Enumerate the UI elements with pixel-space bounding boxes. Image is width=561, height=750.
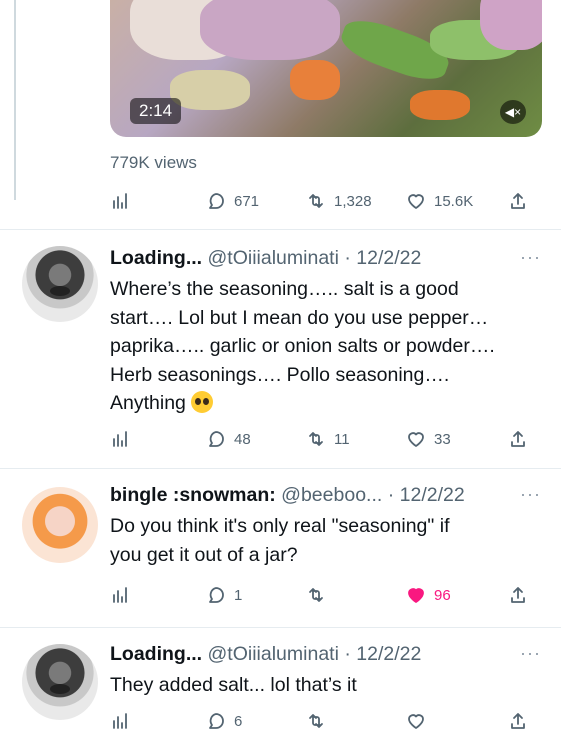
tweet-header: bingle :snowman: @beeboo... · 12/2/22 <box>110 484 465 507</box>
text-line: Where’s the seasoning….. salt is a good <box>110 278 459 300</box>
tweet-actions: 6 <box>110 709 530 733</box>
share-button[interactable] <box>508 583 528 607</box>
video-player[interactable]: 2:14 ◀× <box>110 0 542 137</box>
share-icon <box>511 713 525 729</box>
retweet-icon <box>309 432 323 446</box>
text-line: start…. Lol but I mean do you use pepper… <box>110 306 489 329</box>
tweet-text: Where’s the seasoning….. salt is a good … <box>110 275 550 418</box>
display-name[interactable]: Loading... <box>110 247 202 269</box>
reply-count: 48 <box>234 430 251 448</box>
tweet-date[interactable]: 12/2/22 <box>356 247 421 269</box>
share-icon <box>511 431 525 447</box>
retweet-button[interactable] <box>306 709 326 733</box>
display-name[interactable]: Loading... <box>110 643 202 665</box>
heart-icon <box>408 194 424 209</box>
like-button[interactable]: 96 <box>406 583 451 607</box>
reply-icon <box>209 193 224 209</box>
retweet-icon <box>309 588 323 602</box>
share-button[interactable] <box>508 709 528 733</box>
heart-icon <box>408 432 424 447</box>
reply-icon <box>209 713 224 729</box>
avatar[interactable] <box>22 487 98 563</box>
reply-button[interactable]: 48 <box>206 427 251 451</box>
tweet-actions: 1 96 <box>110 583 530 607</box>
tweet-actions: 48 11 33 <box>110 427 530 451</box>
retweet-button[interactable]: 1,328 <box>306 189 372 213</box>
retweet-count: 1,328 <box>334 192 372 210</box>
share-button[interactable] <box>508 189 528 213</box>
avatar[interactable] <box>22 644 98 720</box>
tweet-header: Loading... @tOiiialuminati · 12/2/22 <box>110 247 421 270</box>
text-line: Do you think it's only real "seasoning" … <box>110 515 450 537</box>
separator: · <box>338 643 357 665</box>
share-button[interactable] <box>508 427 528 451</box>
handle[interactable]: @tOiiialuminati <box>208 643 339 665</box>
pleading-face-emoji <box>191 391 214 413</box>
like-count: 96 <box>434 586 451 604</box>
tweet[interactable]: Loading... @tOiiialuminati · 12/2/22 ···… <box>0 230 561 468</box>
thread-line <box>14 0 16 200</box>
like-count: 15.6K <box>434 192 474 210</box>
analytics-icon[interactable] <box>110 709 130 733</box>
tweet[interactable]: bingle :snowman: @beeboo... · 12/2/22 ··… <box>0 469 561 627</box>
avatar[interactable] <box>22 246 98 322</box>
like-count: 33 <box>434 430 451 448</box>
reply-count: 1 <box>234 586 243 604</box>
text-line: Anything <box>110 392 186 414</box>
retweet-count: 11 <box>334 430 350 448</box>
share-icon <box>511 193 525 209</box>
display-name[interactable]: bingle :snowman: <box>110 484 276 506</box>
text-line: paprika….. garlic or onion salts or powd… <box>110 335 495 357</box>
tweet-date[interactable]: 12/2/22 <box>400 484 465 506</box>
reply-button[interactable]: 6 <box>206 709 242 733</box>
analytics-icon[interactable] <box>110 427 130 451</box>
retweet-button[interactable] <box>306 583 326 607</box>
reply-icon <box>209 431 224 447</box>
reply-count: 671 <box>234 192 260 210</box>
mute-icon[interactable]: ◀× <box>500 100 526 124</box>
more-options-icon[interactable]: ··· <box>520 247 541 268</box>
heart-icon <box>408 714 424 729</box>
tweet-text: They added salt... lol that’s it <box>110 671 550 700</box>
reply-icon <box>209 587 224 603</box>
reply-count: 6 <box>234 712 243 730</box>
more-options-icon[interactable]: ··· <box>520 484 541 505</box>
more-options-icon[interactable]: ··· <box>520 643 541 664</box>
handle[interactable]: @beeboo... <box>281 484 382 506</box>
heart-filled-icon <box>408 588 424 603</box>
retweet-icon <box>309 714 323 728</box>
text-line: They added salt... lol that’s it <box>110 674 357 696</box>
retweet-icon <box>309 194 323 208</box>
tweet-actions: 671 1,328 15.6K <box>110 189 530 213</box>
tweet-text: Do you think it's only real "seasoning" … <box>110 512 550 569</box>
analytics-icon[interactable] <box>110 189 130 213</box>
text-line: Herb seasonings…. Pollo seasoning…. <box>110 363 450 386</box>
video-duration-badge: 2:14 <box>130 98 182 124</box>
separator: · <box>338 247 357 269</box>
share-icon <box>511 587 525 603</box>
tweet[interactable]: Loading... @tOiiialuminati · 12/2/22 ···… <box>0 628 561 750</box>
view-count: 779K views <box>110 153 197 172</box>
handle[interactable]: @tOiiialuminati <box>208 247 339 269</box>
reply-button[interactable]: 671 <box>206 189 259 213</box>
tweet-date[interactable]: 12/2/22 <box>356 643 421 665</box>
analytics-icon[interactable] <box>110 583 130 607</box>
like-button[interactable]: 15.6K <box>406 189 473 213</box>
retweet-button[interactable]: 11 <box>306 427 350 451</box>
like-button[interactable] <box>406 709 426 733</box>
text-line: you get it out of a jar? <box>110 543 298 566</box>
like-button[interactable]: 33 <box>406 427 451 451</box>
tweet-header: Loading... @tOiiialuminati · 12/2/22 <box>110 643 421 666</box>
separator: · <box>382 484 400 506</box>
reply-button[interactable]: 1 <box>206 583 242 607</box>
